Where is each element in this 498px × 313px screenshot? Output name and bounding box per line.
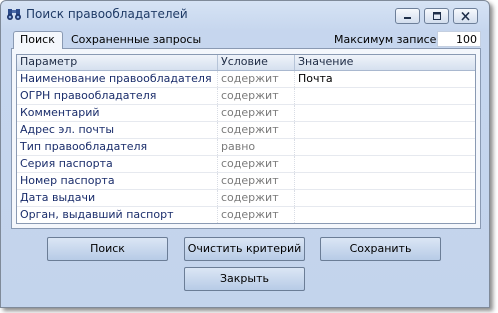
table-row[interactable]: Тип правообладателя равно: [17, 139, 475, 156]
search-tab-panel: Параметр Условие Значение Наименование п…: [11, 48, 481, 229]
max-records-label: Максимум записей:: [334, 33, 448, 46]
condition-cell[interactable]: содержит: [218, 88, 295, 104]
condition-cell[interactable]: содержит: [218, 156, 295, 172]
minimize-button[interactable]: [395, 8, 420, 24]
table-row[interactable]: Дата выдачи содержит: [17, 190, 475, 207]
window-title: Поиск правообладателей: [26, 7, 188, 21]
column-header-value[interactable]: Значение: [295, 55, 475, 70]
table-row[interactable]: Серия паспорта содержит: [17, 156, 475, 173]
table-row[interactable]: Наименование правообладателя содержит Почт…: [17, 71, 475, 88]
grid-header: Параметр Условие Значение: [17, 55, 475, 71]
condition-cell[interactable]: содержит: [218, 207, 295, 223]
value-cell[interactable]: Почта: [295, 71, 475, 87]
minimize-icon: [404, 17, 411, 19]
value-cell[interactable]: [295, 173, 475, 189]
value-cell[interactable]: [295, 105, 475, 121]
param-cell[interactable]: Дата выдачи: [17, 190, 218, 206]
table-row[interactable]: ОГРН правообладателя содержит: [17, 88, 475, 105]
value-cell[interactable]: [295, 190, 475, 206]
table-row[interactable]: Адрес эл. почты содержит: [17, 122, 475, 139]
value-cell[interactable]: [295, 139, 475, 155]
criteria-grid[interactable]: Параметр Условие Значение Наименование п…: [16, 54, 476, 224]
condition-cell[interactable]: содержит: [218, 105, 295, 121]
param-cell[interactable]: Наименование правообладателя: [17, 71, 218, 87]
condition-cell[interactable]: содержит: [218, 71, 295, 87]
maximize-icon: [433, 12, 441, 20]
condition-cell[interactable]: содержит: [218, 190, 295, 206]
condition-cell[interactable]: равно: [218, 139, 295, 155]
clear-criteria-button[interactable]: Очистить критерий: [184, 237, 305, 261]
condition-cell[interactable]: содержит: [218, 173, 295, 189]
binoculars-icon: [7, 7, 21, 21]
value-cell[interactable]: [295, 122, 475, 138]
close-icon: [461, 12, 470, 21]
search-rightholders-window: Поиск правообладателей Поиск Сохраненные…: [0, 0, 490, 308]
tab-search[interactable]: Поиск: [13, 31, 63, 49]
maximize-button[interactable]: [424, 8, 449, 24]
column-header-parameter[interactable]: Параметр: [17, 55, 218, 70]
table-row[interactable]: Орган, выдавший паспорт содержит: [17, 207, 475, 223]
param-cell[interactable]: Серия паспорта: [17, 156, 218, 172]
table-row[interactable]: Комментарий содержит: [17, 105, 475, 122]
value-cell[interactable]: [295, 88, 475, 104]
condition-cell[interactable]: содержит: [218, 122, 295, 138]
param-cell[interactable]: Комментарий: [17, 105, 218, 121]
value-cell[interactable]: [295, 156, 475, 172]
table-row[interactable]: Номер паспорта содержит: [17, 173, 475, 190]
param-cell[interactable]: Орган, выдавший паспорт: [17, 207, 218, 223]
value-cell[interactable]: [295, 207, 475, 223]
max-records-input[interactable]: [437, 31, 481, 47]
title-bar[interactable]: Поиск правообладателей: [1, 1, 489, 27]
save-button[interactable]: Сохранить: [320, 237, 441, 261]
param-cell[interactable]: Адрес эл. почты: [17, 122, 218, 138]
close-window-button[interactable]: [453, 8, 478, 24]
param-cell[interactable]: Тип правообладателя: [17, 139, 218, 155]
column-header-condition[interactable]: Условие: [218, 55, 295, 70]
close-button[interactable]: Закрыть: [184, 267, 305, 291]
param-cell[interactable]: Номер паспорта: [17, 173, 218, 189]
param-cell[interactable]: ОГРН правообладателя: [17, 88, 218, 104]
search-button[interactable]: Поиск: [47, 237, 168, 261]
